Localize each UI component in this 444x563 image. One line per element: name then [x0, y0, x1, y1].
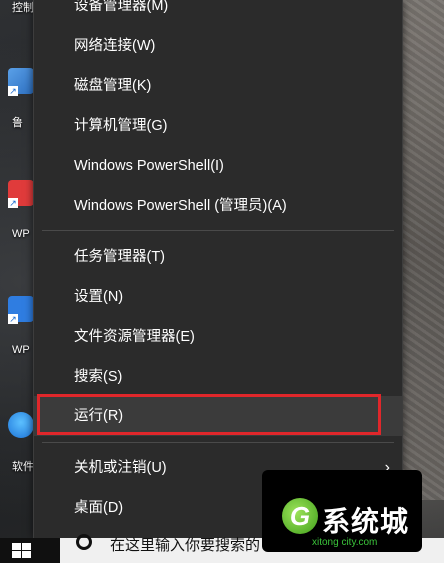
search-placeholder: 在这里输入你要搜索的	[110, 537, 261, 554]
menu-item-file-explorer[interactable]: 文件资源管理器(E)	[34, 317, 402, 357]
windows-start-icon[interactable]	[12, 543, 32, 559]
menu-item-label: 任务管理器(T)	[74, 249, 166, 265]
menu-separator	[42, 230, 394, 231]
desktop-icon-4[interactable]: 软件	[8, 412, 36, 473]
menu-item-search[interactable]: 搜索(S)	[34, 357, 402, 397]
desktop-icon-1[interactable]: ↗ 鲁	[8, 68, 36, 129]
menu-item-powershell[interactable]: Windows PowerShell(I)	[34, 146, 402, 186]
menu-item-task-manager[interactable]: 任务管理器(T)	[34, 237, 402, 277]
menu-item-label: 设置(N)	[74, 289, 124, 305]
winx-context-menu: 设备管理器(M) 网络连接(W) 磁盘管理(K) 计算机管理(G) Window…	[33, 0, 403, 538]
menu-item-label: 关机或注销(U)	[74, 460, 167, 476]
desktop-icon-3[interactable]: ↗ WP	[8, 296, 36, 356]
desktop-icon-label: 鲁	[12, 117, 23, 129]
menu-separator	[42, 442, 394, 443]
desktop-icon-label: WP	[12, 228, 30, 240]
menu-item-powershell-admin[interactable]: Windows PowerShell (管理员)(A)	[34, 186, 402, 226]
desktop-icon-2[interactable]: ↗ WP	[8, 180, 36, 240]
menu-item-settings[interactable]: 设置(N)	[34, 277, 402, 317]
wps-icon: ↗	[8, 296, 34, 324]
menu-item-label: 设备管理器(M)	[74, 0, 169, 14]
app-icon: ↗	[8, 68, 34, 96]
shortcut-arrow-icon: ↗	[8, 314, 18, 324]
wps-icon: ↗	[8, 180, 34, 208]
xitongcheng-logo-icon: G	[282, 498, 318, 534]
menu-item-label: 磁盘管理(K)	[74, 78, 152, 94]
menu-item-label: 搜索(S)	[74, 369, 123, 385]
menu-item-label: 文件资源管理器(E)	[74, 329, 195, 345]
cortana-circle-icon	[76, 534, 92, 550]
desktop-top-label: 控制	[12, 2, 34, 14]
red-highlight-annotation	[37, 394, 381, 435]
menu-item-device-manager[interactable]: 设备管理器(M)	[34, 0, 402, 26]
menu-item-label: 网络连接(W)	[74, 38, 156, 54]
menu-item-label: 计算机管理(G)	[74, 118, 168, 134]
software-icon	[8, 412, 34, 438]
watermark-url: xitong city.com	[312, 537, 378, 548]
watermark-logo: G 系统城 xitong city.com	[262, 470, 422, 552]
desktop-icon-label: 软件	[12, 461, 34, 473]
menu-item-label: Windows PowerShell(I)	[74, 158, 224, 174]
shortcut-arrow-icon: ↗	[8, 86, 18, 96]
shortcut-arrow-icon: ↗	[8, 198, 18, 208]
menu-item-network-connections[interactable]: 网络连接(W)	[34, 26, 402, 66]
menu-item-disk-management[interactable]: 磁盘管理(K)	[34, 66, 402, 106]
menu-item-label: 桌面(D)	[74, 500, 124, 516]
desktop-icon-label: WP	[12, 344, 30, 356]
menu-item-label: Windows PowerShell (管理员)(A)	[74, 198, 287, 214]
menu-item-computer-management[interactable]: 计算机管理(G)	[34, 106, 402, 146]
watermark-title: 系统城	[322, 506, 410, 537]
